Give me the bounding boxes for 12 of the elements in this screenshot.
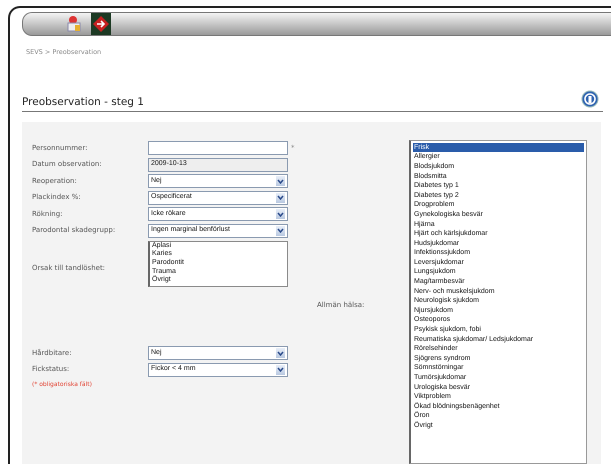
gift-icon[interactable] — [65, 15, 83, 33]
health-listbox[interactable] — [409, 140, 587, 464]
exit-icon[interactable] — [91, 13, 111, 35]
caret-icon — [276, 348, 285, 358]
input-field[interactable] — [148, 141, 288, 155]
caret-icon — [276, 364, 285, 374]
caret-icon — [276, 209, 285, 219]
help-icon[interactable] — [581, 90, 599, 108]
caret-icon — [276, 176, 285, 186]
caret-icon — [276, 192, 285, 202]
caret-icon — [276, 226, 285, 236]
page-title: Preobservation - steg 1 — [22, 96, 144, 110]
